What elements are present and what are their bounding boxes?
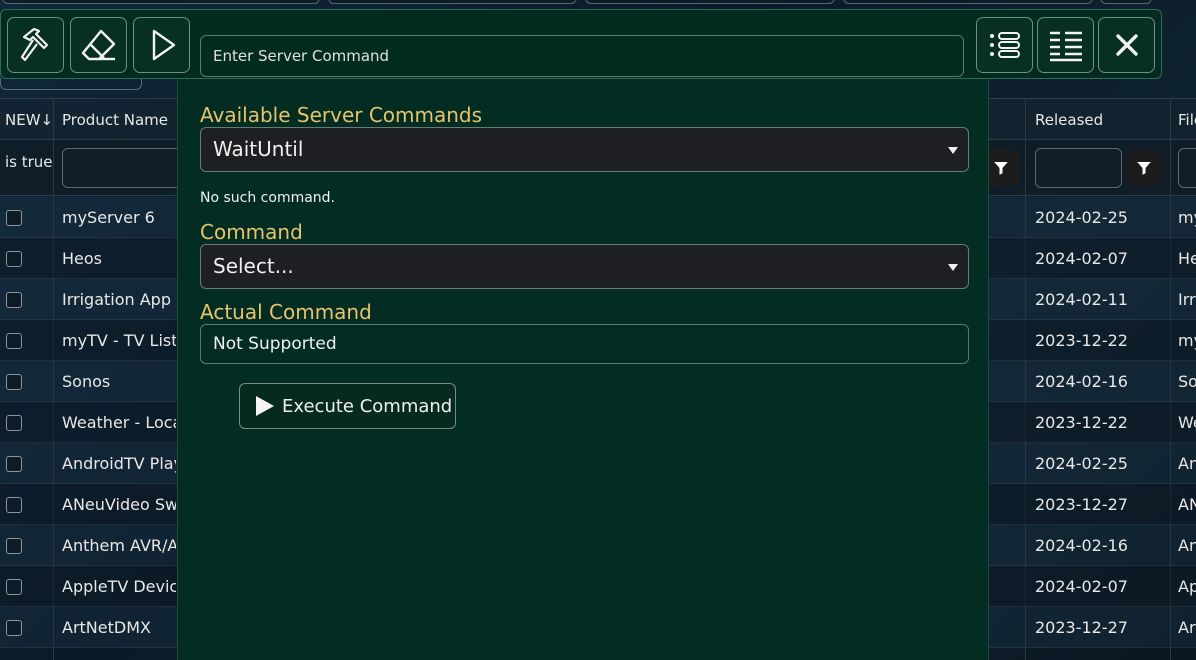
row-released: 2024-02-16 [1035, 372, 1128, 391]
row-product-name: Weather - Local [62, 413, 176, 432]
execute-command-button[interactable]: Execute Command [239, 383, 456, 429]
row-released: 2024-02-25 [1035, 208, 1128, 227]
top-tab-2[interactable] [328, 0, 577, 4]
row-released: 2023-12-22 [1035, 331, 1128, 350]
row-product-name: myServer 6 [62, 208, 155, 227]
actual-command-field: Not Supported [200, 324, 969, 364]
row-released: 2024-02-07 [1035, 249, 1128, 268]
top-tab-1[interactable] [2, 0, 320, 4]
header-new-label: NEW [5, 111, 41, 129]
row-released: 2023-12-22 [1035, 413, 1128, 432]
command-toolbar [0, 9, 1162, 79]
actual-command-label: Actual Command [200, 300, 372, 324]
row-released: 2023-12-27 [1035, 495, 1128, 514]
row-checkbox[interactable] [6, 620, 22, 636]
row-file: ArtNet [1178, 618, 1196, 637]
filter-product-input[interactable] [62, 148, 182, 188]
filter-file-input[interactable] [1178, 148, 1196, 188]
row-checkbox[interactable] [6, 292, 22, 308]
available-commands-value: WaitUntil [213, 137, 304, 161]
row-product-name: myTV - TV Listings [62, 331, 176, 350]
filter-icon[interactable] [1126, 150, 1162, 186]
row-checkbox[interactable] [6, 374, 22, 390]
play-icon [256, 396, 274, 416]
grid-toolbar-edge [0, 78, 142, 90]
clear-button[interactable] [70, 17, 127, 73]
top-tab-4[interactable] [843, 0, 1093, 4]
row-checkbox[interactable] [6, 251, 22, 267]
filter-new-value[interactable]: is true [5, 153, 53, 171]
filter-released-input[interactable] [1035, 148, 1122, 188]
header-new[interactable]: NEW↓ [5, 99, 53, 141]
header-file[interactable]: File [1178, 99, 1196, 141]
list-icon [989, 32, 1020, 58]
row-checkbox[interactable] [6, 210, 22, 226]
hammer-icon [20, 27, 48, 62]
build-button[interactable] [7, 17, 64, 73]
row-checkbox[interactable] [6, 333, 22, 349]
header-product-name[interactable]: Product Name [62, 99, 168, 141]
execute-command-label: Execute Command [282, 395, 453, 417]
row-product-name: AppleTV Device [62, 577, 176, 596]
eraser-icon [81, 29, 115, 61]
row-file: Weather [1178, 413, 1196, 432]
server-command-dialog: Available Server Commands WaitUntil No s… [177, 79, 989, 660]
row-file: Heos [1178, 249, 1196, 268]
row-file: ANeu [1178, 495, 1196, 514]
available-commands-select[interactable]: WaitUntil [200, 127, 969, 172]
row-product-name: Sonos [62, 372, 111, 391]
row-released: 2024-02-16 [1035, 536, 1128, 555]
server-command-input[interactable] [200, 35, 964, 77]
row-released: 2023-12-27 [1035, 618, 1128, 637]
command-select[interactable]: Select... [200, 244, 969, 289]
row-file: Sonos [1178, 372, 1196, 391]
command-status-note: No such command. [200, 190, 336, 206]
caret-down-icon [948, 147, 958, 154]
close-icon [1115, 34, 1138, 56]
close-button[interactable] [1098, 17, 1155, 73]
header-released[interactable]: Released [1035, 99, 1103, 141]
row-product-name: Anthem AVR/AV [62, 536, 176, 555]
row-product-name: ArtNetDMX [62, 618, 151, 637]
row-product-name: Irrigation App [62, 290, 171, 309]
command-label: Command [200, 220, 303, 244]
top-tabs [0, 0, 1196, 8]
caret-down-icon [948, 264, 958, 271]
row-released: 2024-02-07 [1035, 577, 1128, 596]
row-file: AppleTV [1178, 577, 1196, 596]
row-released: 2024-02-25 [1035, 454, 1128, 473]
sort-down-icon: ↓ [40, 111, 54, 129]
run-button[interactable] [133, 17, 190, 73]
row-checkbox[interactable] [6, 415, 22, 431]
command-select-value: Select... [213, 254, 294, 278]
available-commands-label: Available Server Commands [200, 103, 483, 127]
row-file: myServer [1178, 208, 1196, 227]
row-file: Irrigation [1178, 290, 1196, 309]
top-tab-3[interactable] [585, 0, 835, 4]
details-button[interactable] [1037, 17, 1094, 73]
top-tab-5[interactable] [1100, 0, 1152, 4]
details-list-icon [1049, 31, 1082, 62]
row-file: AndroidTV [1178, 454, 1196, 473]
row-released: 2024-02-11 [1035, 290, 1128, 309]
row-checkbox[interactable] [6, 497, 22, 513]
list-button[interactable] [976, 17, 1033, 73]
row-file: Anthem [1178, 536, 1196, 555]
row-product-name: AndroidTV Player [62, 454, 176, 473]
row-product-name: Heos [62, 249, 102, 268]
play-icon [152, 29, 175, 61]
row-checkbox[interactable] [6, 579, 22, 595]
row-checkbox[interactable] [6, 456, 22, 472]
row-product-name: ANeuVideo Switch [62, 495, 176, 514]
row-checkbox[interactable] [6, 538, 22, 554]
row-file: myTV [1178, 331, 1196, 350]
